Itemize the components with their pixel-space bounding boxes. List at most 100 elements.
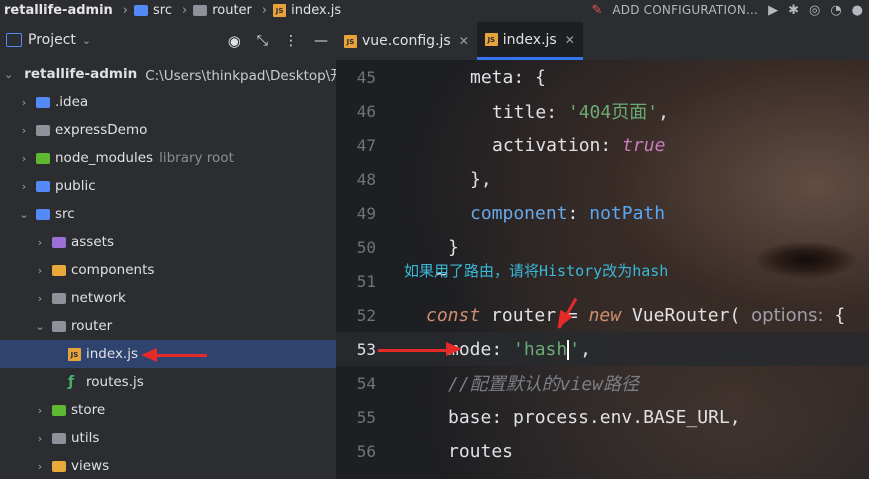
tree-item-assets[interactable]: › assets (0, 228, 336, 256)
tree-item-label: assets (71, 234, 114, 250)
collapse-all-icon[interactable]: ⤡ (257, 33, 268, 49)
code-line: 52 const router = new VueRouter( options… (336, 298, 869, 332)
navigation-bar: retallife-admin › src › router › JS index… (0, 0, 869, 20)
code-token: '404页面' (567, 102, 659, 123)
chevron-right-icon[interactable]: › (34, 404, 46, 417)
folder-icon (193, 4, 208, 16)
tree-item-routes-js[interactable]: ƒ routes.js (0, 368, 336, 396)
chevron-right-icon[interactable]: › (34, 432, 46, 445)
line-number: 45 (356, 67, 376, 87)
tree-item-label: index.js (86, 346, 139, 362)
tree-item-src[interactable]: ⌄ src (0, 200, 336, 228)
breadcrumb-file-label: index.js (291, 2, 342, 18)
code-token: activation (492, 134, 601, 156)
options-menu-icon[interactable]: ⋮ (284, 33, 298, 49)
code-token: router (491, 304, 557, 326)
chevron-right-icon[interactable]: › (18, 124, 30, 137)
line-number: 46 (356, 101, 376, 121)
folder-icon (52, 264, 66, 276)
close-icon[interactable]: ✕ (459, 34, 469, 48)
tree-item-label: node_modules (55, 150, 154, 166)
tree-item-components[interactable]: › components (0, 256, 336, 284)
chevron-right-icon[interactable]: › (34, 460, 46, 473)
code-token: const (426, 304, 481, 326)
chevron-right-icon[interactable]: › (34, 236, 46, 249)
chevron-right-icon[interactable]: › (18, 96, 30, 109)
js-file-icon: JS (273, 3, 287, 17)
chevron-right-icon[interactable]: › (18, 152, 30, 165)
tree-item-label: store (71, 402, 106, 418)
code-editor[interactable]: 45 meta: { 46 title: '404页面', 47 activat… (336, 60, 869, 479)
tree-item-network[interactable]: › network (0, 284, 336, 312)
tree-item-utils[interactable]: › utils (0, 424, 336, 452)
code-token: title (492, 102, 547, 123)
tab-vue-config[interactable]: JS vue.config.js ✕ (336, 22, 477, 60)
code-comment: //配置默认的view路径 (448, 374, 640, 395)
folder-icon (52, 320, 66, 332)
chevron-right-icon[interactable]: › (34, 264, 46, 277)
code-line: 49 component: notPath (336, 196, 869, 230)
chevron-right-icon[interactable]: › (34, 292, 46, 305)
project-tree: ⌄ retallife-admin C:\Users\thinkpad\Desk… (0, 60, 336, 479)
code-token: process.env.BASE_URL (513, 406, 730, 428)
breadcrumb-router[interactable]: router (193, 3, 252, 18)
breadcrumb-project[interactable]: retallife-admin (0, 3, 113, 18)
breadcrumb-router-label: router (212, 2, 252, 18)
tree-item-idea[interactable]: › .idea (0, 88, 336, 116)
tree-item-views[interactable]: › views (0, 452, 336, 479)
locate-file-icon[interactable]: ◉ (228, 32, 241, 50)
folder-icon (36, 208, 50, 220)
coverage-icon[interactable]: ◎ (809, 3, 820, 18)
tree-item-root[interactable]: ⌄ retallife-admin C:\Users\thinkpad\Desk… (0, 60, 336, 88)
code-line: 50 } (336, 230, 869, 264)
profile-icon[interactable]: ◔ (830, 3, 841, 18)
chevron-down-icon[interactable]: ⌄ (4, 68, 13, 81)
debug-icon[interactable]: ✱ (788, 3, 799, 18)
annotation-arrowhead (141, 348, 157, 362)
tree-item-router[interactable]: ⌄ router (0, 312, 336, 340)
line-number: 48 (356, 169, 376, 189)
hide-panel-icon[interactable]: — (314, 33, 328, 49)
annotation-note: 如果用了路由，请将History改为hash (404, 262, 669, 280)
tree-item-label: .idea (55, 94, 89, 110)
chevron-down-icon[interactable]: ⌄ (82, 34, 91, 47)
stop-icon[interactable]: ● (852, 3, 863, 18)
project-view-icon (6, 33, 22, 47)
folder-icon (134, 4, 148, 16)
tab-label: index.js (502, 31, 557, 48)
code-token: base (448, 406, 492, 428)
chevron-down-icon[interactable]: ⌄ (34, 320, 46, 333)
close-icon[interactable]: ✕ (565, 33, 575, 47)
chevron-right-icon[interactable]: › (18, 180, 30, 193)
add-configuration-button[interactable]: ADD CONFIGURATION... (612, 3, 758, 17)
run-icon[interactable]: ▶ (768, 3, 778, 18)
folder-icon (52, 432, 66, 444)
tree-item-node-modules[interactable]: › node_modules library root (0, 144, 336, 172)
tree-item-store[interactable]: › store (0, 396, 336, 424)
folder-icon (52, 292, 66, 304)
code-token: new (588, 304, 622, 326)
tree-item-label: public (55, 178, 96, 194)
code-line: 54 //配置默认的view路径 (336, 366, 869, 400)
folder-icon (52, 404, 66, 416)
folder-icon (36, 124, 50, 136)
tree-item-public[interactable]: › public (0, 172, 336, 200)
tree-item-label: routes.js (86, 374, 144, 390)
code-line: 56 routes (336, 434, 869, 468)
breadcrumb-file[interactable]: JS index.js (273, 3, 341, 18)
annotation-arrowhead (446, 342, 462, 356)
line-number: 49 (356, 203, 376, 223)
tree-item-label: views (71, 458, 110, 474)
js-file-icon: JS (484, 33, 498, 46)
hammer-icon[interactable]: ✎ (591, 3, 602, 18)
code-line: 55 base: process.env.BASE_URL, (336, 400, 869, 434)
line-number: 53 (356, 339, 376, 359)
project-view-title[interactable]: Project (28, 32, 76, 48)
tree-root-label: retallife-admin (24, 66, 138, 82)
tree-item-hint: library root (159, 150, 234, 166)
chevron-down-icon[interactable]: ⌄ (18, 208, 30, 221)
tree-item-label: expressDemo (55, 122, 148, 138)
breadcrumb-src[interactable]: src (134, 3, 172, 18)
tree-item-expressdemo[interactable]: › expressDemo (0, 116, 336, 144)
tab-index-js[interactable]: JS index.js ✕ (476, 22, 583, 60)
